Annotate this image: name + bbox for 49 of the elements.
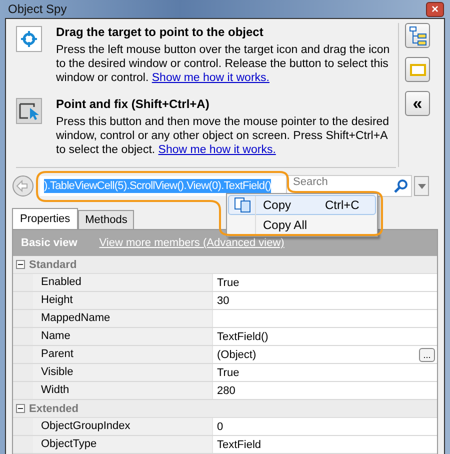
- value-text: True: [217, 276, 240, 288]
- pointer-button[interactable]: [16, 98, 42, 124]
- value-text: 280: [217, 384, 236, 396]
- highlight-button[interactable]: [405, 57, 430, 82]
- collapse-toggle[interactable]: [16, 260, 25, 269]
- help-link[interactable]: Show me how it works.: [158, 144, 276, 156]
- collapse-toggle[interactable]: [16, 404, 25, 413]
- property-name: Parent: [33, 346, 213, 363]
- mode-title: Drag the target to point to the object: [56, 25, 264, 39]
- target-icon: [21, 31, 37, 47]
- property-name: ObjectType: [33, 436, 213, 453]
- window-pointer-icon: [19, 102, 39, 120]
- target-button[interactable]: [16, 26, 42, 52]
- collapse-button[interactable]: «: [405, 91, 430, 116]
- search-icon[interactable]: [394, 179, 408, 193]
- tree-icon: [408, 26, 426, 46]
- category-name: Standard: [29, 258, 77, 270]
- dropdown-button[interactable]: [414, 176, 429, 196]
- menu-item[interactable]: Copy All: [228, 215, 376, 235]
- value-text: 0: [217, 420, 224, 432]
- browse-button[interactable]: ...: [419, 348, 435, 362]
- caret-icon: [418, 184, 426, 188]
- property-name: Name: [33, 328, 213, 345]
- rectangle-icon: [410, 64, 426, 76]
- mode-description: Press this button and then move the mouse pointer to the desired window, control or any other object on screen. Press Shift+Ctrl+A to select the object. Show me how it works.: [56, 115, 390, 157]
- property-name: Visible: [33, 364, 213, 381]
- help-link[interactable]: Show me how it works.: [152, 72, 270, 84]
- value-text: TextField(): [217, 330, 268, 342]
- tab[interactable]: Methods: [78, 210, 134, 229]
- view-title: Basic view: [21, 237, 78, 249]
- value-text: True: [217, 366, 240, 378]
- value-text: (Object): [217, 348, 256, 360]
- tab[interactable]: Properties: [12, 208, 78, 229]
- property-name: Enabled: [33, 274, 213, 291]
- window-title: Object Spy: [8, 2, 67, 16]
- menu-item[interactable]: Copy Ctrl+C: [228, 195, 376, 215]
- property-name: Height: [33, 292, 213, 309]
- close-button[interactable]: ×: [426, 2, 444, 16]
- property-name: ObjectGroupIndex: [33, 418, 213, 435]
- tree-view-button[interactable]: [405, 23, 430, 48]
- property-name: Width: [33, 382, 213, 399]
- back-button[interactable]: [12, 174, 36, 198]
- category-name: Extended: [29, 402, 79, 414]
- value-text: 30: [217, 294, 230, 306]
- mode-description: Press the left mouse button over the target icon and drag the icon to the desired window or control. Release the button to select this window or control. Show me how it works.: [56, 43, 391, 85]
- value-text: TextField: [217, 438, 262, 450]
- mode-title: Point and fix (Shift+Ctrl+A): [56, 97, 210, 111]
- property-name: MappedName: [33, 310, 213, 327]
- object-path: ).TableViewCell(5).ScrollView().View(0).TextField(): [44, 179, 272, 193]
